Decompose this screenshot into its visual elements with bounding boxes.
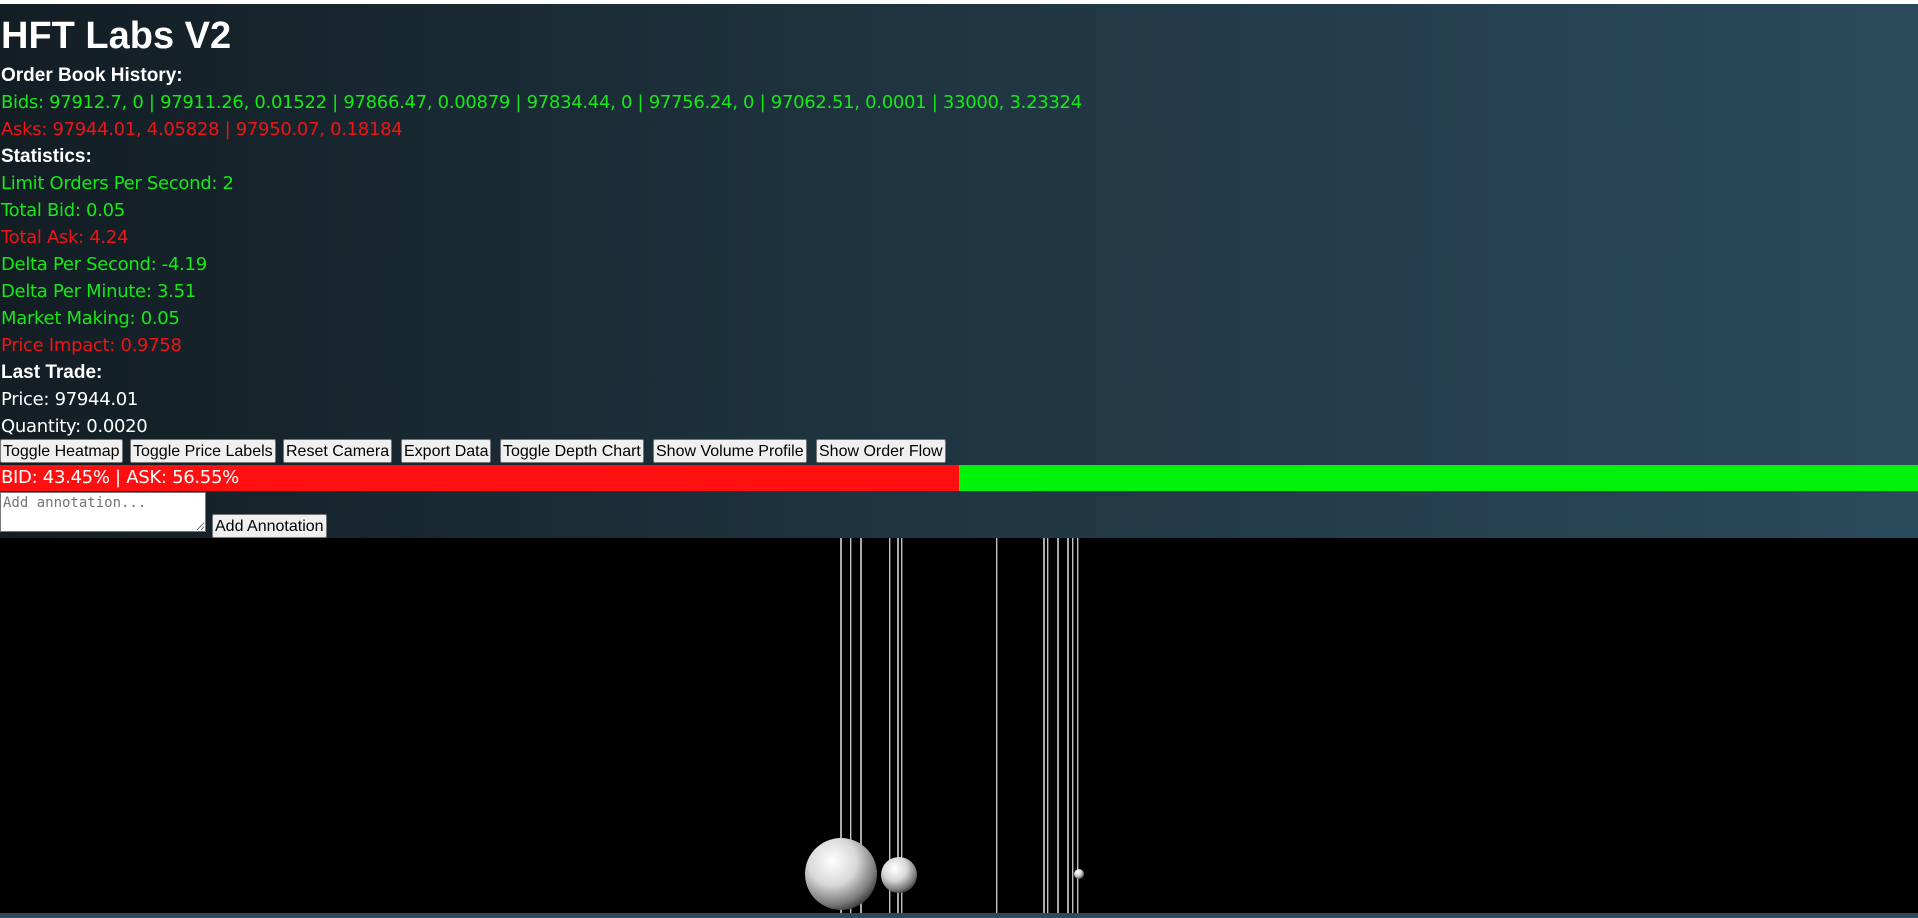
stat-limit-orders-per-second: Limit Orders Per Second: 2 xyxy=(1,173,234,194)
stat-total-ask: Total Ask: 4.24 xyxy=(1,227,129,248)
price-level-line xyxy=(1047,538,1049,913)
app-title: HFT Labs V2 xyxy=(1,15,232,57)
3d-scene-canvas[interactable] xyxy=(0,538,1918,913)
price-level-line xyxy=(1077,538,1079,913)
price-level-line xyxy=(889,538,891,913)
order-sphere-medium xyxy=(881,857,917,893)
toggle-price-labels-button[interactable]: Toggle Price Labels xyxy=(130,439,276,463)
price-level-line xyxy=(897,538,899,913)
order-sphere-small xyxy=(1074,869,1084,879)
window-bottom-edge xyxy=(0,913,1918,917)
price-level-line xyxy=(1067,538,1069,913)
show-volume-profile-button[interactable]: Show Volume Profile xyxy=(653,439,807,463)
statistics-heading: Statistics: xyxy=(1,146,92,167)
toggle-heatmap-button[interactable]: Toggle Heatmap xyxy=(0,439,123,463)
toggle-depth-chart-button[interactable]: Toggle Depth Chart xyxy=(500,439,644,463)
order-book-heading: Order Book History: xyxy=(1,65,183,86)
bid-ask-ratio-bar: BID: 43.45% | ASK: 56.55% xyxy=(0,465,1918,491)
last-trade-quantity: Quantity: 0.0020 xyxy=(1,416,148,437)
price-level-line xyxy=(1043,538,1045,913)
stat-market-making: Market Making: 0.05 xyxy=(1,308,180,329)
order-book-3d-view xyxy=(805,538,1084,913)
price-level-line xyxy=(1072,538,1074,913)
last-trade-price: Price: 97944.01 xyxy=(1,389,139,410)
stat-delta-per-second: Delta Per Second: -4.19 xyxy=(1,254,207,275)
last-trade-heading: Last Trade: xyxy=(1,362,103,383)
price-level-line xyxy=(996,538,998,913)
order-sphere-large xyxy=(805,838,877,910)
stat-total-bid: Total Bid: 0.05 xyxy=(1,200,125,221)
annotation-input[interactable] xyxy=(0,492,206,532)
add-annotation-button[interactable]: Add Annotation xyxy=(212,514,327,538)
asks-list: Asks: 97944.01, 4.05828 | 97950.07, 0.18… xyxy=(1,119,403,140)
price-level-line xyxy=(901,538,903,913)
price-level-line xyxy=(1057,538,1059,913)
bids-list: Bids: 97912.7, 0 | 97911.26, 0.01522 | 9… xyxy=(1,92,1082,113)
reset-camera-button[interactable]: Reset Camera xyxy=(283,439,393,463)
stat-delta-per-minute: Delta Per Minute: 3.51 xyxy=(1,281,196,302)
export-data-button[interactable]: Export Data xyxy=(401,439,492,463)
bid-ask-ratio-label: BID: 43.45% | ASK: 56.55% xyxy=(1,467,239,488)
show-order-flow-button[interactable]: Show Order Flow xyxy=(816,439,946,463)
stat-price-impact: Price Impact: 0.9758 xyxy=(1,335,182,356)
